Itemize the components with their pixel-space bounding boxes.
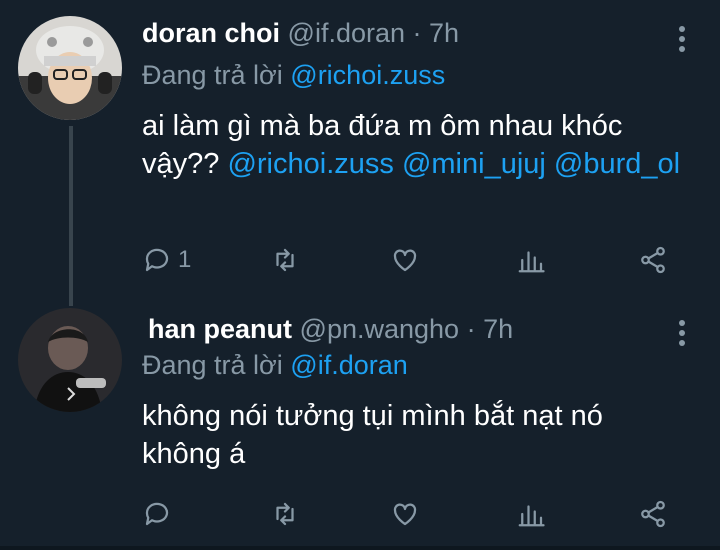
reply-prefix: Đang trả lời	[142, 350, 283, 380]
reply-button[interactable]	[142, 498, 172, 530]
retweet-button[interactable]	[270, 244, 300, 276]
like-icon	[393, 249, 417, 272]
reply-context: Đang trả lời @richoi.zuss	[142, 60, 445, 91]
comment-icon	[145, 502, 169, 526]
tweet-time[interactable]: 7h	[429, 18, 459, 48]
more-icon[interactable]	[678, 22, 686, 56]
more-icon[interactable]	[678, 316, 686, 350]
tweet-text: ai làm gì mà ba đứa m ôm nhau khóc vậy??…	[142, 107, 702, 183]
mention-link[interactable]: @mini_ujuj	[402, 148, 546, 180]
action-bar	[142, 498, 682, 530]
comment-icon	[145, 248, 169, 272]
share-button[interactable]	[638, 498, 668, 530]
analytics-icon	[518, 505, 545, 527]
reply-context: Đang trả lời @if.doran	[142, 350, 408, 381]
tweet-doran[interactable]: doran choi @if.doran · 7h Đang trả lời @…	[0, 0, 720, 306]
tweet-text: không nói tưởng tụi mình bắt nạt nó khôn…	[142, 397, 682, 473]
avatar-doran[interactable]	[18, 16, 122, 120]
share-icon	[641, 500, 665, 528]
reply-button[interactable]: 1	[142, 244, 191, 276]
reply-to-mention[interactable]: @if.doran	[290, 350, 407, 380]
share-icon	[641, 246, 665, 274]
like-icon	[393, 503, 417, 526]
share-button[interactable]	[638, 244, 668, 276]
author-name[interactable]: han peanut	[148, 314, 292, 344]
mention-link[interactable]: @burd_ol	[554, 148, 680, 180]
author-handle[interactable]: @if.doran	[288, 18, 405, 48]
reply-to-mention[interactable]: @richoi.zuss	[290, 60, 445, 90]
retweet-icon	[276, 502, 294, 526]
reply-prefix: Đang trả lời	[142, 60, 283, 90]
analytics-icon	[518, 251, 545, 273]
mention-link[interactable]: @richoi.zuss	[227, 148, 393, 180]
thread-line	[69, 126, 73, 306]
like-button[interactable]	[390, 244, 420, 276]
analytics-button[interactable]	[516, 498, 546, 530]
tweet-time[interactable]: 7h	[483, 314, 513, 344]
analytics-button[interactable]	[516, 244, 546, 276]
tweet-hanpeanut[interactable]: han peanut @pn.wangho · 7h Đang trả lời …	[0, 300, 720, 546]
action-bar: 1	[142, 244, 682, 276]
tweet-header: han peanut @pn.wangho · 7h	[148, 314, 513, 345]
author-handle[interactable]: @pn.wangho	[300, 314, 460, 344]
retweet-button[interactable]	[270, 498, 300, 530]
separator-dot: ·	[412, 18, 422, 48]
reply-count: 1	[178, 246, 192, 273]
retweet-icon	[276, 248, 294, 272]
like-button[interactable]	[390, 498, 420, 530]
separator-dot: ·	[466, 314, 476, 344]
divider	[0, 546, 720, 550]
tweet-text-content: không nói tưởng tụi mình bắt nạt nó khôn…	[142, 400, 603, 470]
avatar-hanpeanut[interactable]	[18, 308, 122, 412]
tweet-header: doran choi @if.doran · 7h	[142, 18, 459, 49]
author-name[interactable]: doran choi	[142, 18, 280, 48]
